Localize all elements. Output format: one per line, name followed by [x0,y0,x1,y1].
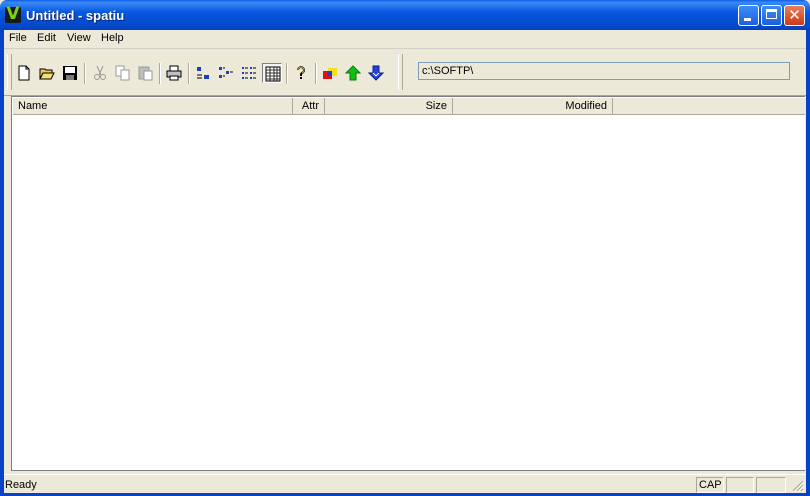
maximize-button[interactable] [761,5,782,26]
resize-grip-icon[interactable] [792,480,804,492]
toolbar-grip[interactable] [398,54,403,90]
status-caps-indicator: CAP [696,477,724,493]
print-icon [166,65,182,81]
minimize-icon [744,18,751,21]
path-field[interactable]: c:\SOFTP\ [418,62,790,80]
view-small-icons-icon [219,67,233,78]
menu-bar: File Edit View Help [4,30,806,49]
status-bar: Ready CAP [4,474,806,493]
help-icon [297,66,305,79]
column-header-attr[interactable]: Attr [293,98,325,115]
paste-icon [138,66,153,81]
menu-help[interactable]: Help [101,32,124,44]
app-v-icon[interactable]: V [5,4,21,24]
column-header-size[interactable]: Size [325,98,453,115]
toolbar-separator [159,63,161,84]
file-list-view[interactable]: Name Attr Size Modified [11,96,805,471]
toolbar-separator [286,63,288,84]
down-arrow-icon [368,65,384,81]
minimize-button[interactable] [738,5,759,26]
help-button[interactable] [291,63,311,83]
cut-icon [94,65,106,80]
view-details-button[interactable] [262,63,282,83]
cut-button[interactable] [90,63,110,83]
status-num-indicator [726,477,754,493]
new-file-button[interactable] [14,63,34,83]
view-list-icon [242,67,256,79]
close-button[interactable]: ✕ [784,5,805,26]
down-arrow-button[interactable] [366,63,386,83]
copy-icon [115,65,130,81]
window-frame-right [806,30,810,496]
open-folder-button[interactable] [37,63,57,83]
open-folder-icon [39,68,55,80]
toolbar-separator [84,63,86,84]
toolbar-grip[interactable] [7,54,12,90]
view-details-icon [265,66,281,82]
colors-icon [323,68,337,79]
status-scrl-indicator [756,477,786,493]
menu-view[interactable]: View [67,32,91,44]
up-arrow-button[interactable] [343,63,363,83]
menu-edit[interactable]: Edit [37,32,56,44]
menu-file[interactable]: File [9,32,27,44]
save-icon [63,66,77,80]
copy-button[interactable] [113,63,133,83]
title-bar[interactable]: V Untitled - spatiu ✕ [0,0,810,30]
toolbar: c:\SOFTP\ [4,49,806,96]
view-large-icons-button[interactable] [193,63,213,83]
window-frame-left [0,30,4,496]
save-button[interactable] [60,63,80,83]
paste-button[interactable] [136,63,156,83]
view-large-icons-icon [197,67,209,79]
view-list-button[interactable] [239,63,259,83]
column-header-name[interactable]: Name [13,98,293,115]
print-button[interactable] [164,63,184,83]
window-title: Untitled - spatiu [26,8,125,23]
colors-button[interactable] [320,63,340,83]
toolbar-separator [188,63,190,84]
maximize-icon [766,9,777,19]
view-small-icons-button[interactable] [216,63,236,83]
close-icon: ✕ [788,6,801,24]
column-header-filler [613,98,805,115]
up-arrow-icon [345,65,361,81]
status-text: Ready [5,479,37,491]
new-file-icon [18,65,30,81]
toolbar-separator [315,63,317,84]
column-header-modified[interactable]: Modified [453,98,613,115]
